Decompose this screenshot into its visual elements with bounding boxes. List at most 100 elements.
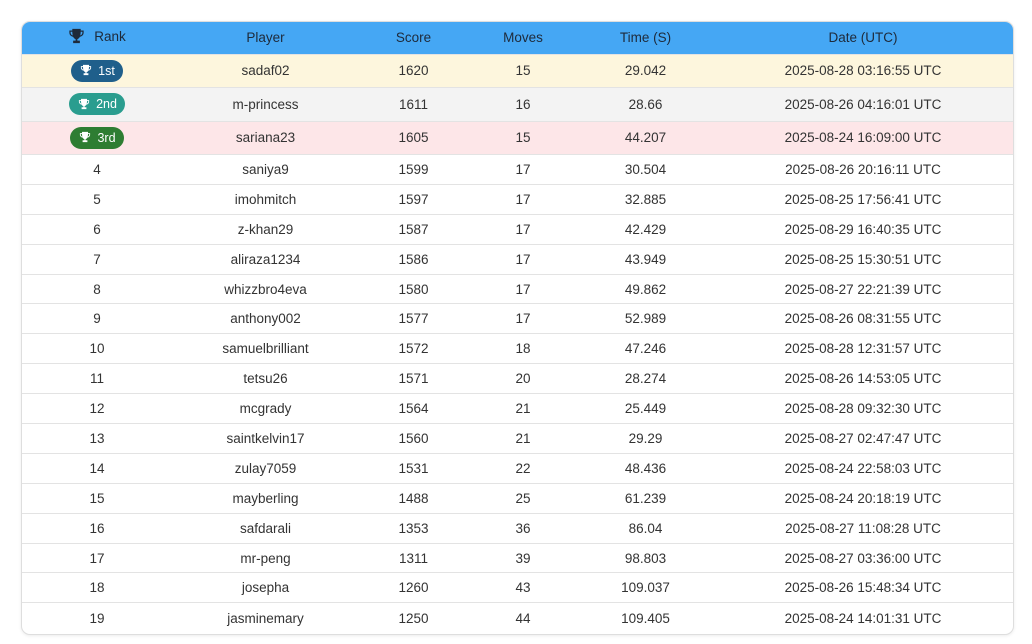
player-cell[interactable]: mr-peng [172, 543, 359, 573]
table-row[interactable]: 19 jasminemary 1250 44 109.405 2025-08-24 14:… [22, 602, 1013, 633]
column-header-player[interactable]: Player [172, 22, 359, 54]
header-row: Rank Player Score Moves Time (S) Date (U… [22, 22, 1013, 54]
rank-cell: 11 [89, 371, 104, 387]
rank-badge: 2nd [69, 93, 125, 116]
rank-badge-label: 3rd [97, 130, 116, 145]
player-cell[interactable]: mayberling [172, 483, 359, 513]
rank-cell: 13 [89, 430, 105, 446]
score-cell: 1311 [398, 550, 429, 566]
column-header-moves[interactable]: Moves [468, 22, 578, 54]
date-cell: 2025-08-28 03:16:55 UTC [784, 63, 942, 79]
rank-cell: 4 [93, 161, 101, 177]
table-row[interactable]: 14 zulay7059 1531 22 48.436 2025-08-24 22:58:… [22, 453, 1013, 483]
player-cell[interactable]: whizzbro4eva [172, 274, 359, 304]
moves-cell: 17 [515, 311, 531, 327]
rank-cell: 12 [89, 401, 105, 417]
player-cell[interactable]: zulay7059 [172, 453, 359, 483]
rank-cell: 3rd [22, 121, 172, 155]
rank-cell: 14 [89, 460, 105, 476]
player-cell[interactable]: saniya9 [172, 155, 359, 185]
player-cell[interactable]: m-princess [172, 88, 359, 122]
player-cell[interactable]: saintkelvin17 [172, 424, 359, 454]
player-cell[interactable]: safdarali [172, 513, 359, 543]
rank-badge: 1st [71, 59, 123, 82]
moves-cell: 17 [515, 191, 531, 207]
time-cell: 47.246 [624, 341, 667, 357]
date-cell: 2025-08-26 15:48:34 UTC [784, 580, 942, 596]
player-cell[interactable]: tetsu26 [172, 364, 359, 394]
time-cell: 28.274 [624, 371, 667, 387]
date-cell: 2025-08-28 09:32:30 UTC [784, 401, 942, 417]
leaderboard-table: Rank Player Score Moves Time (S) Date (U… [22, 22, 1013, 633]
moves-cell: 25 [515, 490, 531, 506]
player-cell[interactable]: sariana23 [172, 121, 359, 155]
table-row[interactable]: 2nd m-princess 1611 16 28.66 2025-08-26 04:16… [22, 87, 1013, 122]
player-cell[interactable]: imohmitch [172, 184, 359, 214]
table-row[interactable]: 9 anthony002 1577 17 52.989 2025-08-26 08:31:… [22, 303, 1013, 334]
table-row[interactable]: 17 mr-peng 1311 39 98.803 2025-08-27 03:36:00… [22, 543, 1013, 573]
table-row[interactable]: 15 mayberling 1488 25 61.239 2025-08-24 20:18… [22, 483, 1013, 513]
table-row[interactable]: 4 saniya9 1599 17 30.504 2025-08-26 20:16:11 … [22, 154, 1013, 185]
moves-cell: 17 [515, 221, 531, 237]
table-row[interactable]: 5 imohmitch 1597 17 32.885 2025-08-25 17:56:4… [22, 184, 1013, 214]
player-cell[interactable]: sadaf02 [172, 54, 359, 88]
moves-cell: 17 [515, 251, 531, 267]
rank-badge: 3rd [70, 126, 124, 149]
table-row[interactable]: 12 mcgrady 1564 21 25.449 2025-08-28 09:32:30… [22, 393, 1013, 424]
time-cell: 48.436 [624, 460, 667, 476]
table-row[interactable]: 1st sadaf02 1620 15 29.042 2025-08-28 03:16:5… [22, 54, 1013, 88]
player-cell[interactable]: aliraza1234 [172, 244, 359, 274]
table-row[interactable]: 7 aliraza1234 1586 17 43.949 2025-08-25 15:30… [22, 244, 1013, 274]
column-header-time[interactable]: Time (S) [578, 22, 713, 54]
score-cell: 1620 [398, 63, 429, 79]
date-cell: 2025-08-26 14:53:05 UTC [784, 371, 942, 387]
date-cell: 2025-08-25 15:30:51 UTC [784, 251, 942, 267]
moves-cell: 18 [515, 341, 531, 357]
date-cell: 2025-08-28 12:31:57 UTC [784, 341, 942, 357]
rank-cell: 6 [93, 221, 101, 237]
table-row[interactable]: 10 samuelbrilliant 1572 18 47.246 2025-08-28 … [22, 333, 1013, 364]
date-cell: 2025-08-27 03:36:00 UTC [784, 550, 942, 566]
column-header-rank[interactable]: Rank [22, 22, 172, 54]
moves-cell: 17 [515, 161, 531, 177]
player-cell[interactable]: josepha [172, 573, 359, 603]
player-cell[interactable]: mcgrady [172, 394, 359, 424]
score-cell: 1564 [398, 401, 429, 417]
rank-cell: 19 [89, 610, 105, 626]
rank-cell: 5 [93, 191, 101, 207]
time-cell: 52.989 [624, 311, 667, 327]
table-row[interactable]: 13 saintkelvin17 1560 21 29.29 2025-08-27 02:… [22, 423, 1013, 454]
table-row[interactable]: 18 josepha 1260 43 109.037 2025-08-26 15:48:3… [22, 572, 1013, 603]
table-row[interactable]: 11 tetsu26 1571 20 28.274 2025-08-26 14:53:05… [22, 363, 1013, 394]
trophy-icon [78, 98, 90, 109]
player-cell[interactable]: jasminemary [172, 603, 359, 633]
score-cell: 1611 [398, 96, 429, 112]
player-cell[interactable]: z-khan29 [172, 214, 359, 244]
date-cell: 2025-08-27 22:21:39 UTC [784, 281, 942, 297]
rank-badge-label: 1st [98, 63, 115, 78]
table-row[interactable]: 16 safdarali 1353 36 86.04 2025-08-27 11:08:2… [22, 513, 1013, 543]
player-cell[interactable]: anthony002 [172, 304, 359, 334]
rank-cell: 15 [89, 490, 105, 506]
score-cell: 1571 [398, 371, 429, 387]
date-cell: 2025-08-27 11:08:28 UTC [785, 520, 941, 536]
moves-cell: 15 [515, 130, 531, 146]
table-row[interactable]: 8 whizzbro4eva 1580 17 49.862 2025-08-27 22:2… [22, 274, 1013, 304]
player-cell[interactable]: samuelbrilliant [172, 334, 359, 364]
time-cell: 42.429 [624, 221, 667, 237]
rank-cell: 10 [89, 341, 105, 357]
moves-cell: 16 [515, 96, 531, 112]
time-cell: 28.66 [628, 96, 663, 112]
column-header-score[interactable]: Score [359, 22, 468, 54]
column-header-date[interactable]: Date (UTC) [713, 22, 1013, 54]
moves-cell: 17 [515, 281, 531, 297]
rank-cell: 17 [89, 550, 105, 566]
table-row[interactable]: 3rd sariana23 1605 15 44.207 2025-08-24 16:09… [22, 121, 1013, 155]
table-row[interactable]: 6 z-khan29 1587 17 42.429 2025-08-29 16:40:35… [22, 214, 1013, 244]
moves-cell: 44 [515, 610, 531, 626]
time-cell: 29.042 [624, 63, 667, 79]
rank-cell: 1st [22, 54, 172, 88]
rank-cell: 7 [93, 251, 101, 267]
date-cell: 2025-08-26 20:16:11 UTC [785, 161, 941, 177]
score-cell: 1597 [398, 191, 429, 207]
